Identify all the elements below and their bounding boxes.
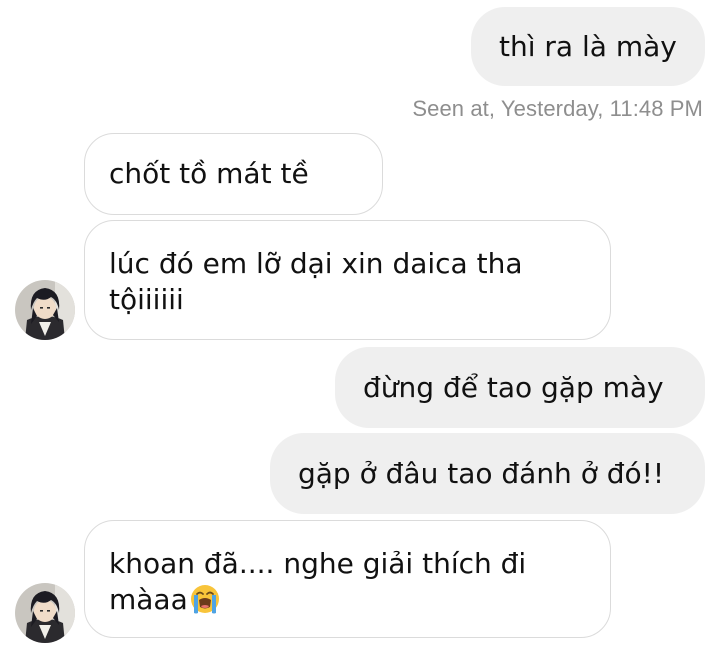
message-bubble-outgoing[interactable]: đừng để tao gặp mày xyxy=(335,347,705,428)
message-text: chốt tồ mát tề xyxy=(109,157,309,190)
message-text: đừng để tao gặp mày xyxy=(363,370,664,404)
message-bubble-incoming[interactable]: chốt tồ mát tề xyxy=(84,133,383,262)
message-text: lúc đó em lỡ dại xin daica tha tộiiiiii xyxy=(109,247,523,316)
message-bubble-incoming[interactable]: lúc đó em lỡ dại xin daica tha tộiiiiii xyxy=(84,220,611,340)
message-bubble-outgoing[interactable]: gặp ở đâu tao đánh ở đó!! xyxy=(270,433,705,514)
message-text: gặp ở đâu tao đánh ở đó!! xyxy=(298,456,665,490)
message-bubble-incoming[interactable]: khoan đã.... nghe giải thích đi màaa xyxy=(84,520,611,638)
message-text: khoan đã.... nghe giải thích đi màaa xyxy=(109,547,527,616)
loudly-crying-face-emoji-icon xyxy=(189,583,221,615)
contact-avatar[interactable] xyxy=(15,280,75,340)
seen-status: Seen at, Yesterday, 11:48 PM xyxy=(412,96,703,121)
message-text: thì ra là mày xyxy=(499,29,677,63)
contact-avatar[interactable] xyxy=(15,583,75,643)
person-gesturing-no-emoji-icon xyxy=(310,158,342,262)
message-bubble-outgoing[interactable]: thì ra là mày xyxy=(471,7,705,86)
